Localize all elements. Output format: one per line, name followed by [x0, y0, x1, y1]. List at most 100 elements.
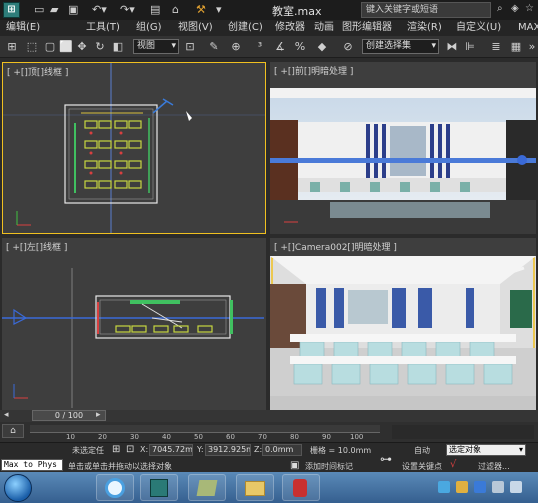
search-input[interactable]: 键入关键字或短语 — [361, 2, 491, 18]
lock-selection-icon[interactable]: ⊞ — [112, 444, 120, 455]
time-tag-icon[interactable]: ▣ — [290, 460, 299, 471]
z-coordinate-field[interactable]: 0.0mm — [262, 444, 302, 456]
align-icon[interactable]: ⊫ — [462, 39, 478, 55]
snap-toggle-icon[interactable]: ³ — [252, 39, 268, 55]
tray-volume-icon[interactable] — [510, 481, 522, 493]
taskbar-explorer-icon[interactable] — [236, 474, 274, 501]
menu-modifiers[interactable]: 修改器 — [275, 21, 305, 35]
select-object-icon[interactable]: ▢ — [42, 39, 58, 55]
edit-named-selection-icon[interactable]: ⊘ — [340, 39, 356, 55]
tick-label: 50 — [194, 433, 203, 441]
main-toolbar: ⊞ ⬚ ▢ ⬜ ✥ ↻ ◧ 视图 ▾ ⊡ ✎ ⊕ ³ ∡ % ◆ ⊘ 创建选择集… — [0, 36, 538, 58]
keyboard-shortcut-icon[interactable]: ⊕ — [228, 39, 244, 55]
scale-icon[interactable]: ◧ — [110, 39, 126, 55]
select-link-icon[interactable]: ⊞ — [4, 39, 20, 55]
key-filters-button[interactable]: 过滤器... — [478, 461, 510, 472]
add-time-tag-button[interactable]: 添加时间标记 — [305, 461, 353, 472]
project-folder-icon[interactable]: ▤ — [150, 2, 160, 18]
menu-edit[interactable]: 编辑(E) — [6, 21, 40, 35]
undo-icon[interactable]: ↶▾ — [92, 2, 107, 18]
open-file-icon[interactable]: ▰ — [50, 2, 58, 18]
menu-group[interactable]: 组(G) — [136, 21, 162, 35]
reference-coordinate-value: 视图 — [137, 41, 156, 51]
save-icon[interactable]: ▣ — [68, 2, 78, 18]
spinner-snap-icon[interactable]: ◆ — [314, 39, 330, 55]
taskbar-recorder-icon[interactable] — [282, 474, 320, 501]
maxscript-listener-input[interactable]: Max to Phys — [1, 459, 63, 471]
pivot-center-icon[interactable]: ⊡ — [182, 39, 198, 55]
tray-network-icon[interactable] — [492, 481, 504, 493]
rotate-icon[interactable]: ↻ — [92, 39, 108, 55]
tick-label: 80 — [290, 433, 299, 441]
key-icon[interactable]: ⊶ — [380, 452, 392, 466]
curve-editor-icon[interactable]: ⌂ — [2, 424, 24, 438]
z-label: Z: — [254, 445, 263, 454]
viewport-label[interactable]: [ +[]Camera002[]明暗处理 ] — [274, 240, 397, 253]
select-by-name-icon[interactable]: ⬜ — [58, 39, 74, 55]
layer-manager-icon[interactable]: ≣ — [488, 39, 504, 55]
tick-label: 60 — [226, 433, 235, 441]
infocenter-icon[interactable]: ◈ — [511, 3, 519, 14]
viewport-left[interactable]: [ +[]左[]线框 ] — [2, 238, 266, 410]
menu-animation[interactable]: 动画 — [314, 21, 334, 35]
taskbar-3dsmax-icon[interactable] — [140, 474, 178, 501]
key-mode-dropdown[interactable]: 选定对象 ▾ — [446, 444, 526, 456]
taskbar-ie-icon[interactable] — [96, 474, 134, 501]
qat-dropdown-icon[interactable]: ▾ — [216, 2, 222, 18]
y-label: Y: — [197, 445, 204, 454]
start-button[interactable] — [4, 474, 32, 502]
auto-key-button[interactable]: 自动 — [414, 445, 430, 456]
track-bar[interactable]: ⌂ 10 20 30 40 50 60 70 80 90 100 — [0, 422, 538, 442]
set-key-button[interactable]: 设置关键点 — [402, 461, 442, 472]
move-icon[interactable]: ✥ — [74, 39, 90, 55]
reference-icon[interactable]: ⌂ — [172, 2, 179, 18]
key-filter-icon[interactable]: √ — [450, 459, 456, 470]
star-icon[interactable]: ☆ — [525, 3, 534, 14]
absolute-mode-icon[interactable]: ⊡ — [126, 444, 134, 455]
menu-create[interactable]: 创建(C) — [228, 21, 263, 35]
mirror-icon[interactable]: ⧓ — [444, 39, 460, 55]
viewport-front[interactable]: [ +[]前[]明暗处理 ] — [270, 62, 536, 234]
tray-app-icon[interactable] — [438, 481, 450, 493]
redo-icon[interactable]: ↷▾ — [120, 2, 135, 18]
chevron-down-icon: ▾ — [171, 41, 176, 51]
toolbar-more-icon[interactable]: » — [524, 39, 538, 55]
workspace-icon[interactable]: ⚒ — [196, 2, 206, 18]
taskbar-app-icon[interactable] — [188, 474, 226, 501]
document-title: 教室.max — [272, 5, 322, 18]
y-coordinate-field[interactable]: 3912.925m — [205, 444, 251, 456]
time-slider-thumb[interactable]: 0 / 100 — [32, 410, 106, 421]
track-ruler[interactable] — [30, 425, 380, 433]
viewport-label[interactable]: [ +[]顶[]线框 ] — [7, 65, 68, 78]
viewport-label[interactable]: [ +[]左[]线框 ] — [6, 240, 67, 253]
select-manipulate-icon[interactable]: ✎ — [206, 39, 222, 55]
menu-graph-editors[interactable]: 图形编辑器 — [342, 21, 392, 35]
x-coordinate-field[interactable]: 7045.72m — [149, 444, 193, 456]
menu-views[interactable]: 视图(V) — [178, 21, 213, 35]
app-logo-icon[interactable]: ⊞ — [3, 2, 20, 18]
search-icon[interactable]: ⌕ — [497, 3, 503, 14]
menu-maxscript[interactable]: MAX — [518, 21, 538, 35]
toggle-ribbon-icon[interactable]: ▦ — [508, 39, 524, 55]
viewport-label[interactable]: [ +[]前[]明暗处理 ] — [274, 64, 353, 77]
named-selection-set-dropdown[interactable]: 创建选择集 ▾ — [362, 39, 439, 54]
time-slider[interactable]: ◂ 0 / 100 ▸ — [0, 410, 538, 422]
new-file-icon[interactable]: ▭ — [34, 2, 44, 18]
select-region-icon[interactable]: ⬚ — [24, 39, 40, 55]
named-selection-set-value: 创建选择集 — [366, 41, 412, 51]
angle-snap-icon[interactable]: ∡ — [272, 39, 288, 55]
reference-coordinate-dropdown[interactable]: 视图 ▾ — [133, 39, 179, 54]
menu-tools[interactable]: 工具(T) — [86, 21, 120, 35]
slider-right-arrow-icon[interactable]: ▸ — [96, 410, 101, 420]
tray-security-icon[interactable] — [474, 481, 486, 493]
slider-left-arrow-icon[interactable]: ◂ — [4, 410, 9, 420]
tick-label: 40 — [162, 433, 171, 441]
title-bar: ⊞ ▭ ▰ ▣ ↶▾ ↷▾ ▤ ⌂ ⚒ ▾ 教室.max 键入关键字或短语 ⌕ … — [0, 0, 538, 20]
left-view-wireframe — [2, 268, 264, 408]
menu-rendering[interactable]: 渲染(R) — [407, 21, 442, 35]
viewport-top[interactable]: [ +[]顶[]线框 ] — [2, 62, 266, 234]
viewport-camera[interactable]: [ +[]Camera002[]明暗处理 ] — [270, 238, 536, 410]
percent-snap-icon[interactable]: % — [292, 39, 308, 55]
tray-notification-icon[interactable] — [456, 481, 468, 493]
menu-customize[interactable]: 自定义(U) — [456, 21, 501, 35]
